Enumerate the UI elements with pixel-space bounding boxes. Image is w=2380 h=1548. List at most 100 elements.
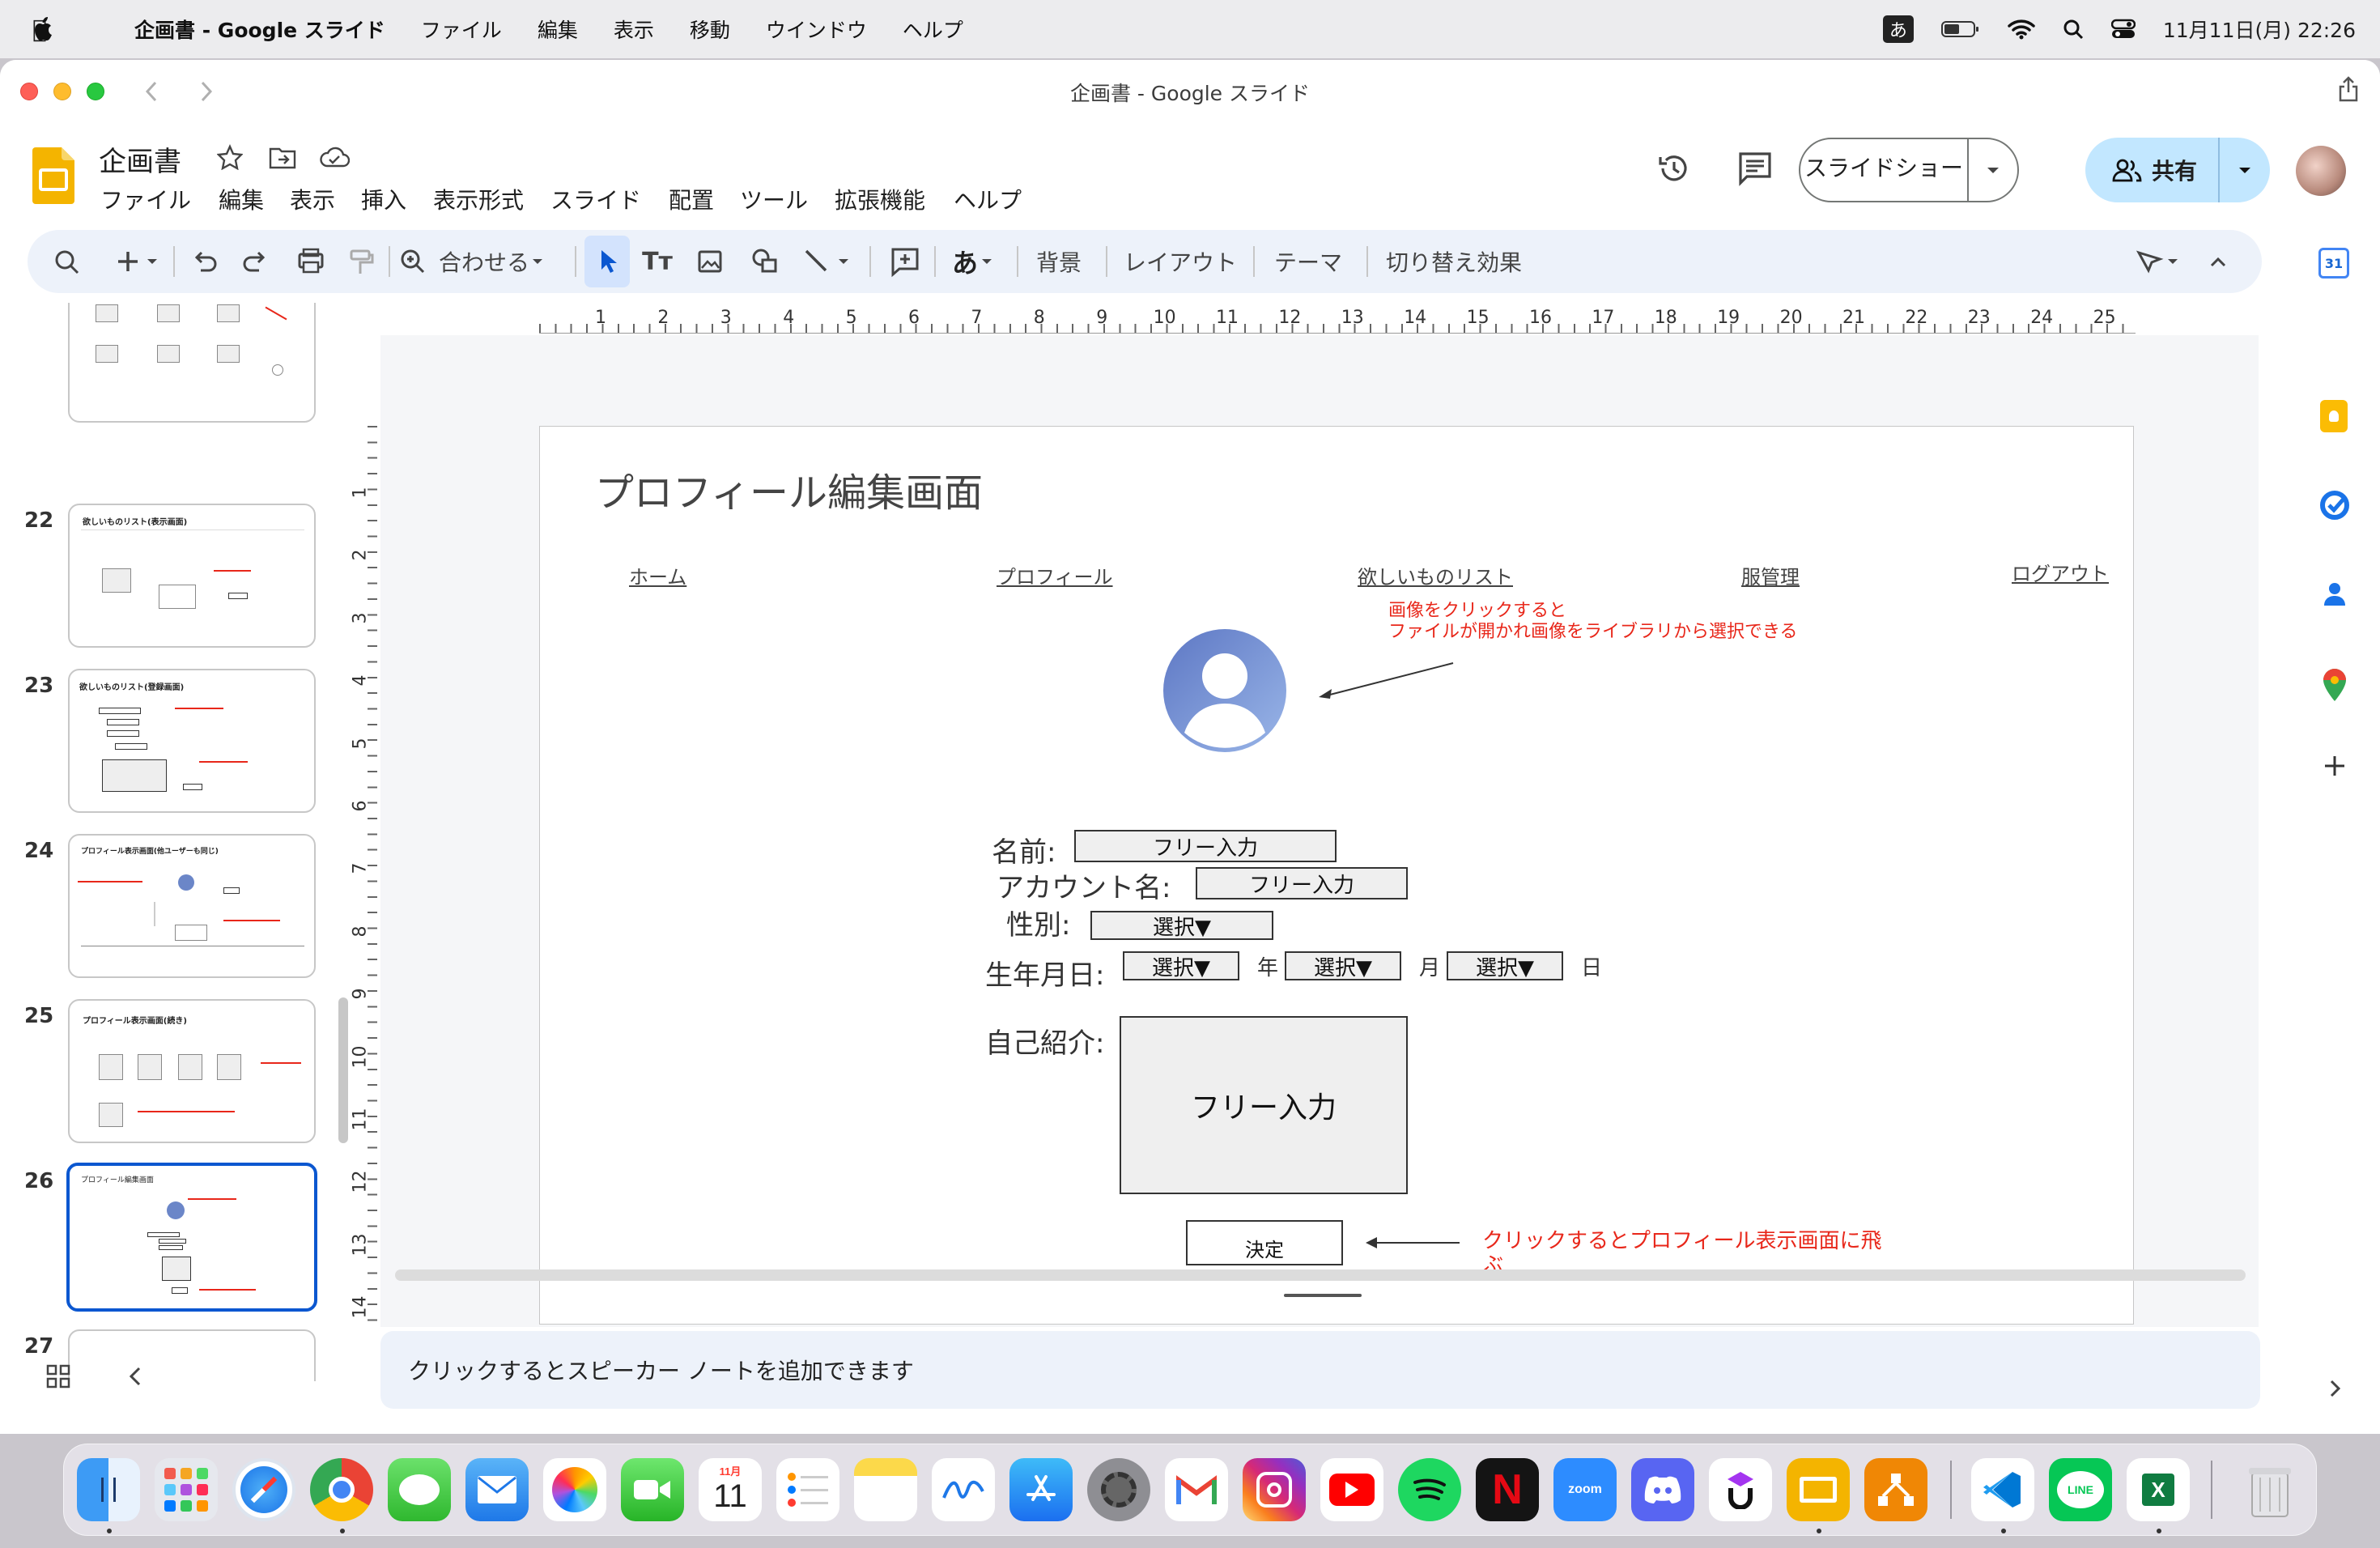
move-folder-icon[interactable] [269, 146, 296, 170]
slide-thumbnail-23[interactable]: 欲しいものリスト(登録画面) [68, 669, 316, 813]
avatar[interactable] [2296, 146, 2346, 196]
system-settings-icon[interactable] [1087, 1458, 1150, 1521]
slide-thumbnail-24[interactable]: プロフィール表示画面(他ユーザーも同じ) [68, 834, 316, 978]
line-tool-icon[interactable] [798, 230, 855, 293]
app-store-icon[interactable] [1009, 1458, 1073, 1521]
notes-resize-handle[interactable] [1284, 1294, 1362, 1297]
share-dropdown-icon[interactable] [2220, 162, 2270, 178]
shape-icon[interactable] [748, 230, 784, 293]
zoom-icon[interactable] [397, 230, 429, 293]
star-icon[interactable] [217, 144, 243, 170]
birth-year-select[interactable]: 選択▼ [1123, 951, 1239, 980]
spotify-icon[interactable] [1398, 1458, 1461, 1521]
launchpad-icon[interactable] [155, 1458, 218, 1521]
keep-icon[interactable] [2320, 400, 2348, 432]
zoom-icon[interactable]: zoom [1553, 1458, 1617, 1521]
google-slides-app-icon[interactable] [1787, 1458, 1850, 1521]
nav-link-home[interactable]: ホーム [629, 561, 686, 589]
menubar-item-go[interactable]: 移動 [690, 15, 730, 44]
draw-io-icon[interactable] [1864, 1458, 1927, 1521]
vscode-icon[interactable] [1971, 1458, 2034, 1521]
slideshow-button[interactable]: スライドショー [1799, 138, 2019, 202]
share-label[interactable]: 共有 [2152, 154, 2218, 186]
line-icon[interactable]: LINE [2049, 1458, 2112, 1521]
document-title[interactable]: 企画書 [99, 139, 181, 179]
zoom-fit-dropdown[interactable]: 合わせる [439, 230, 552, 293]
instagram-icon[interactable] [1243, 1458, 1306, 1521]
slide-thumbnail-26[interactable]: プロフィール編集画面 [66, 1163, 317, 1312]
menubar-item-view[interactable]: 表示 [614, 15, 654, 44]
doc-menu-view[interactable]: 表示 [290, 183, 335, 215]
input-tools-dropdown[interactable]: あ [946, 230, 1002, 293]
netflix-icon[interactable]: N [1476, 1458, 1539, 1521]
gmail-icon[interactable] [1165, 1458, 1228, 1521]
doc-menu-file[interactable]: ファイル [100, 183, 191, 215]
menubar-item-window[interactable]: ウインドウ [766, 15, 867, 44]
photos-icon[interactable] [543, 1458, 606, 1521]
slides-logo-icon[interactable] [32, 147, 74, 204]
youtube-icon[interactable] [1320, 1458, 1383, 1521]
menubar-item-help[interactable]: ヘルプ [903, 15, 963, 44]
background-button[interactable]: 背景 [1036, 230, 1082, 293]
speaker-notes[interactable]: クリックするとスピーカー ノートを追加できます [380, 1331, 2260, 1409]
filmstrip-scrollbar[interactable] [338, 997, 348, 1143]
calendar-app-icon[interactable]: 11月 11 [699, 1458, 762, 1521]
new-slide-icon[interactable] [105, 230, 162, 293]
share-sheet-icon[interactable] [2338, 76, 2359, 102]
mail-icon[interactable] [465, 1458, 529, 1521]
select-tool-button[interactable] [584, 236, 630, 287]
collapse-filmstrip-icon[interactable] [126, 1363, 146, 1389]
submit-button[interactable]: 決定 [1186, 1220, 1343, 1265]
wifi-icon[interactable] [2008, 19, 2035, 40]
menubar-clock[interactable]: 11月11日(月) 22:26 [2163, 15, 2356, 44]
notes-app-icon[interactable] [854, 1458, 917, 1521]
slide-thumbnail-27[interactable] [68, 1329, 316, 1381]
nav-link-logout[interactable]: ログアウト [2012, 558, 2109, 586]
slideshow-label[interactable]: スライドショー [1800, 138, 1969, 202]
input-method-indicator[interactable]: あ [1882, 15, 1914, 43]
safari-icon[interactable] [232, 1458, 295, 1521]
messages-icon[interactable] [388, 1458, 451, 1521]
contacts-icon[interactable] [2318, 578, 2351, 610]
insert-image-icon[interactable] [693, 230, 725, 293]
menubar-item-file[interactable]: ファイル [421, 15, 502, 44]
control-center-icon[interactable] [2110, 19, 2136, 40]
doc-menu-help[interactable]: ヘルプ [954, 183, 1022, 215]
grid-view-icon[interactable] [45, 1363, 71, 1389]
account-name-field[interactable]: フリー入力 [1196, 867, 1408, 899]
print-icon[interactable] [293, 230, 329, 293]
expand-side-panel-icon[interactable] [2327, 1376, 2343, 1401]
udemy-icon[interactable] [1709, 1458, 1772, 1521]
slide-thumbnail-21[interactable] [68, 303, 316, 423]
search-menus-icon[interactable] [50, 230, 83, 293]
speaker-notes-placeholder[interactable]: クリックするとスピーカー ノートを追加できます [408, 1354, 914, 1386]
layout-button[interactable]: レイアウト [1124, 230, 1237, 293]
gender-select[interactable]: 選択▼ [1090, 911, 1273, 940]
doc-menu-format[interactable]: 表示形式 [433, 183, 524, 215]
maps-icon[interactable] [2318, 667, 2351, 703]
name-field[interactable]: フリー入力 [1074, 830, 1337, 862]
paint-format-icon[interactable] [345, 230, 377, 293]
input-tools-label[interactable]: あ [952, 243, 978, 280]
slide-editor[interactable]: プロフィール編集画面 ホーム プロフィール 欲しいものリスト 服管理 ログアウト… [539, 426, 2134, 1325]
excel-icon[interactable]: X [2127, 1458, 2190, 1521]
doc-menu-insert[interactable]: 挿入 [361, 183, 406, 215]
undo-icon[interactable] [188, 230, 220, 293]
version-history-icon[interactable] [1656, 151, 1692, 186]
battery-icon[interactable] [1940, 19, 1980, 39]
slide-title[interactable]: プロフィール編集画面 [595, 461, 983, 517]
add-comment-icon[interactable] [887, 230, 923, 293]
doc-menu-tools[interactable]: ツール [740, 183, 808, 215]
menubar-app-name[interactable]: 企画書 - Google スライド [134, 15, 385, 44]
trash-icon[interactable] [2238, 1458, 2301, 1521]
chevron-down-icon[interactable] [1969, 162, 2017, 178]
pen-mode-icon[interactable] [2132, 230, 2197, 293]
cloud-saved-icon[interactable] [319, 146, 350, 170]
finder-icon[interactable] [77, 1458, 140, 1521]
facetime-icon[interactable] [621, 1458, 684, 1521]
share-button[interactable]: 共有 [2085, 138, 2270, 202]
text-box-icon[interactable]: Tт [640, 230, 675, 293]
chrome-icon[interactable] [310, 1458, 373, 1521]
spotlight-search-icon[interactable] [2063, 19, 2084, 40]
profile-avatar-icon[interactable] [1163, 629, 1286, 752]
